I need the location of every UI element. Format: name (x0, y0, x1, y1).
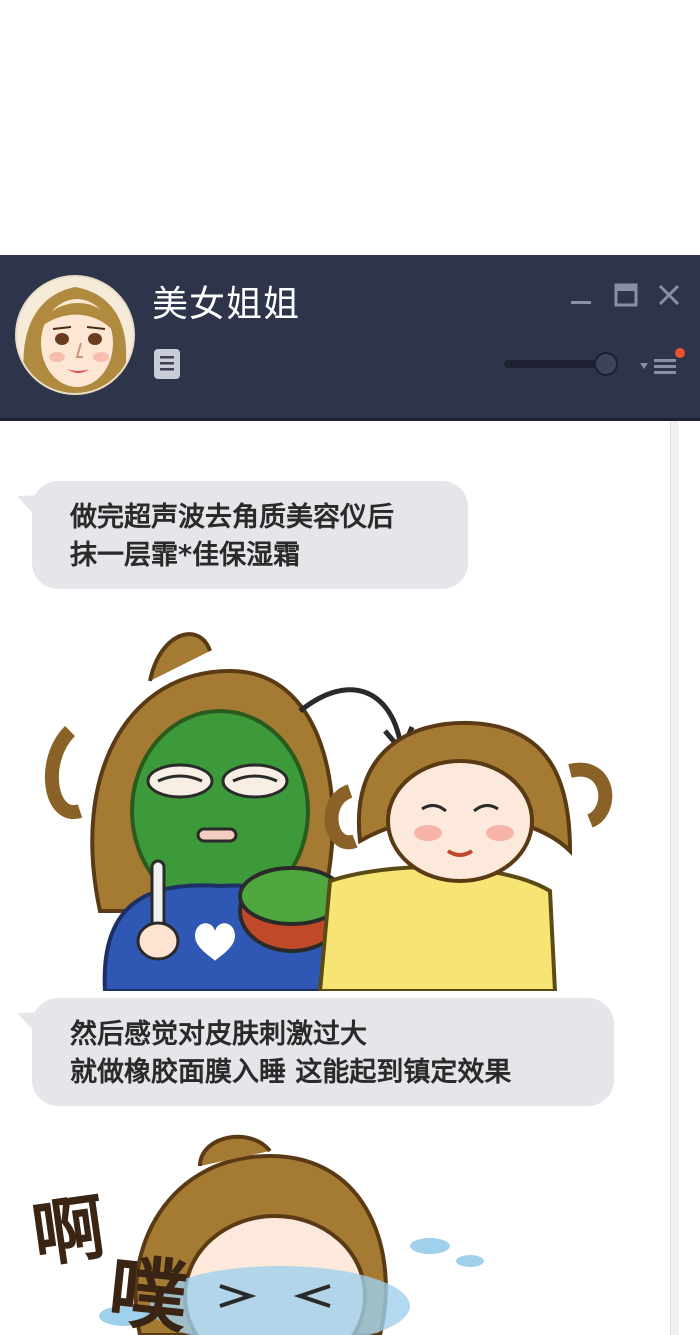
minimize-icon[interactable] (567, 281, 595, 309)
message-bubble: 做完超声波去角质美容仪后 抹一层霏*佳保湿霜 (32, 481, 468, 589)
comic-illustration-mask (30, 611, 630, 993)
sfx-text-pu: 噗 (105, 1247, 193, 1335)
message-bubble: 然后感觉对皮肤刺激过大 就做橡胶面膜入睡 这能起到镇定效果 (32, 998, 614, 1106)
menu-icon[interactable] (636, 347, 690, 383)
message-line: 就做橡胶面膜入睡 这能起到镇定效果 (70, 1057, 512, 1088)
contact-avatar[interactable] (17, 277, 133, 393)
note-icon[interactable] (152, 347, 182, 381)
contact-name: 美女姐姐 (152, 284, 301, 325)
top-blank-area (0, 0, 700, 255)
message-line: 做完超声波去角质美容仪后 (70, 502, 394, 533)
message-line: 然后感觉对皮肤刺激过大 (70, 1019, 367, 1050)
scrollbar[interactable] (670, 421, 679, 1335)
maximize-icon[interactable] (612, 281, 640, 309)
close-icon[interactable] (655, 281, 683, 309)
message-line: 抹一层霏*佳保湿霜 (70, 540, 301, 571)
volume-slider[interactable] (502, 350, 622, 378)
chat-window-header: 美女姐姐 (0, 255, 700, 421)
chat-message-area[interactable]: 做完超声波去角质美容仪后 抹一层霏*佳保湿霜 然后感觉对皮肤刺激过大 就做橡胶面… (0, 421, 700, 1335)
comic-illustration-splash: 啊 噗 (30, 1126, 550, 1335)
sfx-text-a: 啊 (30, 1188, 110, 1277)
